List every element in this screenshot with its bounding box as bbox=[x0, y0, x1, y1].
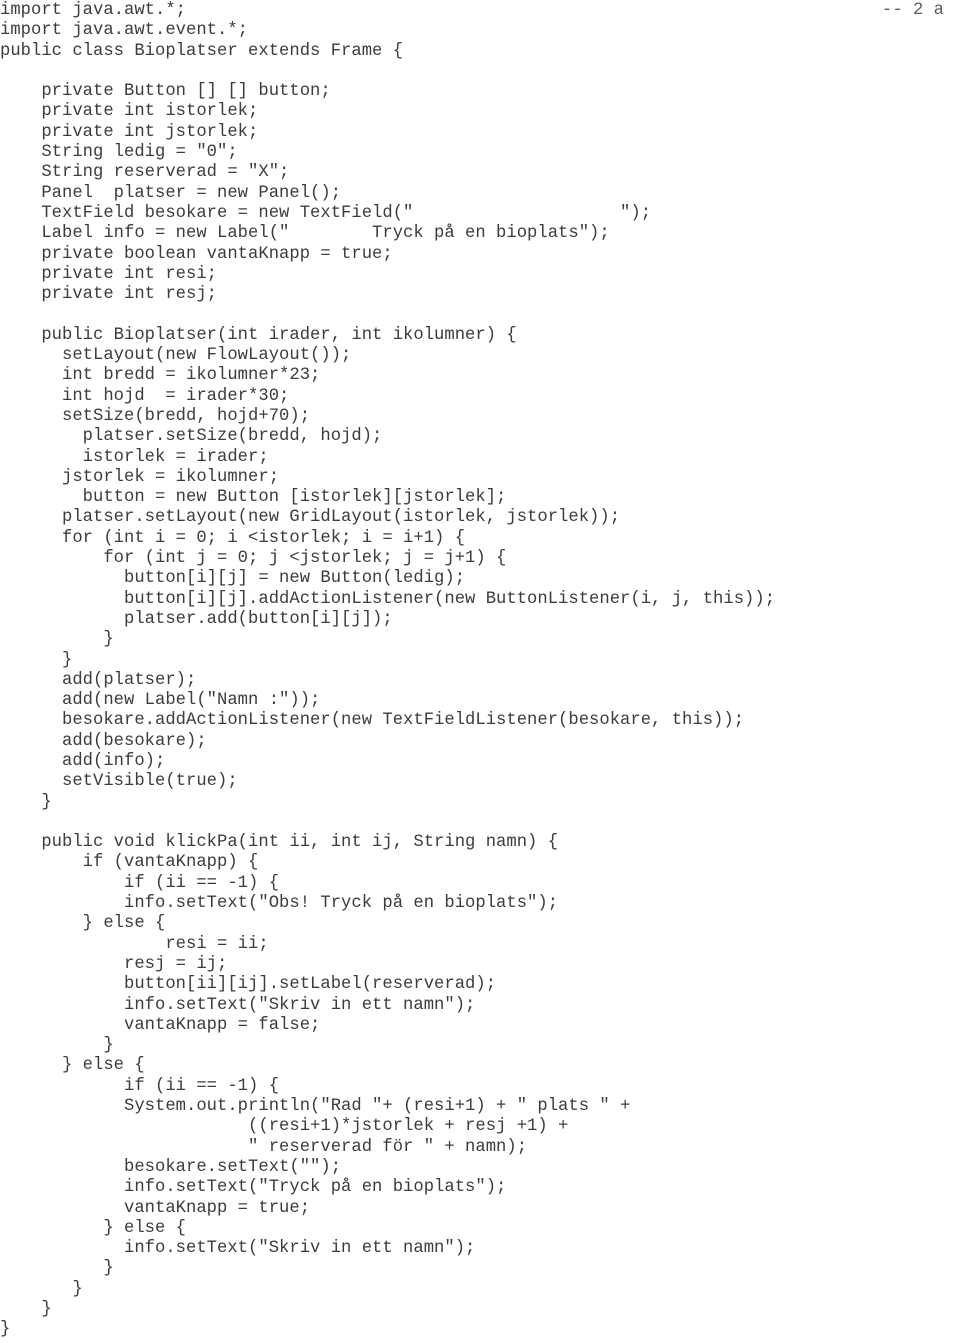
code-line: besokare.setText(""); bbox=[0, 1157, 342, 1177]
code-line: vantaKnapp = false; bbox=[0, 1015, 321, 1035]
code-line: info.setText("Obs! Tryck på en bioplats"… bbox=[0, 894, 559, 914]
code-line: platser.add(button[i][j]); bbox=[0, 609, 393, 629]
code-line: setLayout(new FlowLayout()); bbox=[0, 346, 352, 366]
code-line: System.out.println("Rad "+ (resi+1) + " … bbox=[0, 1097, 631, 1117]
code-line: button[i][j].addActionListener(new Butto… bbox=[0, 589, 776, 609]
code-line: button = new Button [istorlek][jstorlek]… bbox=[0, 488, 507, 508]
code-line: import java.awt.*; bbox=[0, 1, 187, 20]
code-line: istorlek = irader; bbox=[0, 447, 269, 467]
code-line: jstorlek = ikolumner; bbox=[0, 467, 280, 487]
code-line: private int resi; bbox=[0, 264, 218, 284]
code-line: private int jstorlek; bbox=[0, 122, 259, 142]
code-line: public void klickPa(int ii, int ij, Stri… bbox=[0, 833, 559, 853]
code-line: String ledig = "0"; bbox=[0, 143, 238, 163]
code-line: ((resi+1)*jstorlek + resj +1) + bbox=[0, 1117, 569, 1137]
code-line: } bbox=[0, 630, 114, 650]
code-line: add(besokare); bbox=[0, 731, 207, 751]
code-line: private boolean vantaKnapp = true; bbox=[0, 244, 393, 264]
code-line: } bbox=[0, 1300, 52, 1319]
code-line: vantaKnapp = true; bbox=[0, 1198, 311, 1218]
code-line: resj = ij; bbox=[0, 954, 228, 974]
code-line: private int resj; bbox=[0, 285, 218, 305]
code-line: } bbox=[0, 1279, 83, 1299]
source-code-listing: import java.awt.*; import java.awt.event.… bbox=[0, 1, 960, 1340]
code-line: if (vantaKnapp) { bbox=[0, 853, 259, 873]
code-line: " reserverad för " + namn); bbox=[0, 1137, 528, 1157]
code-line: } bbox=[0, 1036, 114, 1056]
code-line: platser.setSize(bredd, hojd); bbox=[0, 427, 383, 447]
code-line: info.setText("Tryck på en bioplats"); bbox=[0, 1178, 507, 1198]
code-line: Panel platser = new Panel(); bbox=[0, 183, 342, 203]
code-line: } else { bbox=[0, 1218, 187, 1238]
code-line: info.setText("Skriv in ett namn"); bbox=[0, 1239, 476, 1259]
code-line: private int istorlek; bbox=[0, 102, 259, 122]
code-line: setVisible(true); bbox=[0, 772, 238, 792]
code-line: TextField besokare = new TextField(" "); bbox=[0, 203, 652, 223]
code-line: platser.setLayout(new GridLayout(istorle… bbox=[0, 508, 621, 528]
code-line: } bbox=[0, 1259, 114, 1279]
code-line: } bbox=[0, 650, 73, 670]
code-line: add(new Label("Namn :")); bbox=[0, 691, 321, 711]
code-line: for (int j = 0; j <jstorlek; j = j+1) { bbox=[0, 549, 507, 569]
code-line: String reserverad = "X"; bbox=[0, 163, 290, 183]
code-line: public class Bioplatser extends Frame { bbox=[0, 41, 404, 61]
code-line: besokare.addActionListener(new TextField… bbox=[0, 711, 745, 731]
code-line: resi = ii; bbox=[0, 934, 269, 954]
code-line: setSize(bredd, hojd+70); bbox=[0, 406, 311, 426]
code-line: info.setText("Skriv in ett namn"); bbox=[0, 995, 476, 1015]
code-line: button[ii][ij].setLabel(reserverad); bbox=[0, 975, 497, 995]
code-line: add(platser); bbox=[0, 670, 197, 690]
code-line: if (ii == -1) { bbox=[0, 873, 280, 893]
code-line: int bredd = ikolumner*23; bbox=[0, 366, 321, 386]
code-line: for (int i = 0; i <istorlek; i = i+1) { bbox=[0, 528, 466, 548]
code-line: private Button [] [] button; bbox=[0, 82, 331, 102]
code-line: button[i][j] = new Button(ledig); bbox=[0, 569, 466, 589]
code-line: } bbox=[0, 792, 52, 812]
code-line: add(info); bbox=[0, 751, 166, 771]
code-line: } bbox=[0, 1320, 11, 1340]
code-line: Label info = new Label(" Tryck på en bio… bbox=[0, 224, 610, 244]
document-page: -- 2 a import java.awt.*; import java.awt… bbox=[0, 0, 960, 1343]
code-line: if (ii == -1) { bbox=[0, 1076, 280, 1096]
code-line: } else { bbox=[0, 914, 166, 934]
code-line: int hojd = irader*30; bbox=[0, 386, 290, 406]
code-line: import java.awt.event.*; bbox=[0, 21, 249, 41]
code-line: } else { bbox=[0, 1056, 145, 1076]
code-line: public Bioplatser(int irader, int ikolum… bbox=[0, 325, 517, 345]
